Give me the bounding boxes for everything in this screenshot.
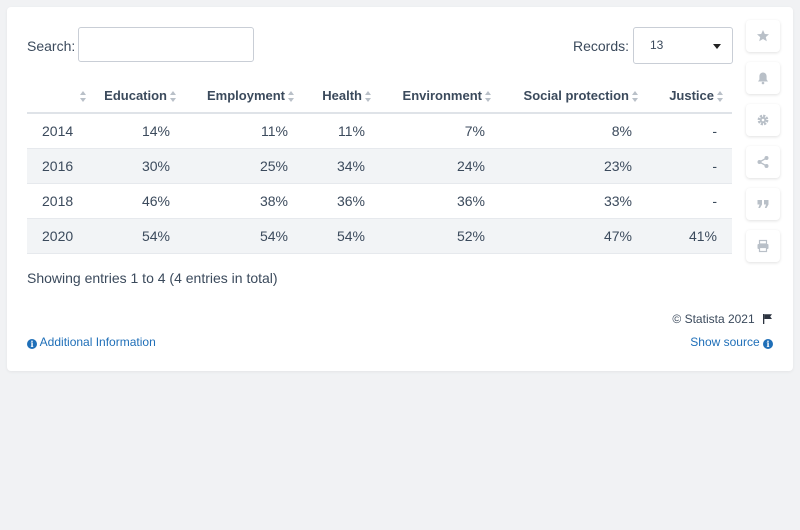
records-select[interactable]: 13	[633, 27, 733, 64]
sort-icon	[365, 90, 372, 103]
gear-icon	[757, 114, 769, 126]
cell-year: 2020	[27, 218, 95, 254]
bell-icon	[758, 72, 768, 85]
cell-value: -	[647, 148, 732, 184]
sort-icon	[717, 90, 724, 103]
cell-value: 54%	[95, 218, 185, 254]
print-icon	[757, 239, 769, 253]
info-icon: i	[763, 339, 773, 349]
table-row: 2018 46% 38% 36% 36% 33% -	[27, 183, 732, 219]
cell-value: -	[647, 113, 732, 149]
cell-value: 34%	[303, 148, 380, 184]
additional-information-link[interactable]: i Additional Information	[27, 335, 156, 349]
entries-info: Showing entries 1 to 4 (4 entries in tot…	[27, 270, 278, 286]
statistic-card: Search: Records: 13 Education Employment…	[7, 7, 793, 371]
info-icon: i	[27, 339, 37, 349]
sort-icon	[170, 90, 177, 103]
print-button[interactable]	[746, 230, 780, 262]
quote-icon	[757, 200, 769, 208]
additional-information-label: Additional Information	[39, 335, 156, 349]
show-source-label: Show source	[690, 335, 760, 349]
cell-value: 25%	[185, 148, 303, 184]
sort-icon	[632, 90, 639, 103]
cell-value: 11%	[303, 113, 380, 149]
table-header-row: Education Employment Health Environment …	[27, 79, 732, 114]
notification-button[interactable]	[746, 62, 780, 94]
cell-value: 7%	[380, 113, 500, 149]
cell-value: 30%	[95, 148, 185, 184]
table-row: 2016 30% 25% 34% 24% 23% -	[27, 148, 732, 184]
cell-value: 54%	[303, 218, 380, 254]
cell-value: 36%	[303, 183, 380, 219]
sort-icon	[485, 90, 492, 103]
share-button[interactable]	[746, 146, 780, 178]
cell-year: 2018	[27, 183, 95, 219]
cell-value: 38%	[185, 183, 303, 219]
cite-button[interactable]	[746, 188, 780, 220]
column-header-employment[interactable]: Employment	[185, 79, 303, 114]
share-icon	[757, 156, 769, 168]
flag-icon[interactable]	[762, 313, 773, 327]
data-table: Education Employment Health Environment …	[27, 79, 732, 254]
settings-button[interactable]	[746, 104, 780, 136]
show-source-link[interactable]: Show source i	[690, 335, 773, 349]
cell-value: 36%	[380, 183, 500, 219]
column-header-health[interactable]: Health	[303, 79, 380, 114]
table-row: 2020 54% 54% 54% 52% 47% 41%	[27, 218, 732, 254]
cell-value: 33%	[500, 183, 647, 219]
caret-down-icon	[713, 44, 721, 49]
cell-year: 2014	[27, 113, 95, 149]
search-label: Search:	[27, 38, 76, 54]
table-row: 2014 14% 11% 11% 7% 8% -	[27, 113, 732, 149]
star-icon	[757, 30, 769, 42]
column-header-year[interactable]	[27, 79, 95, 114]
cell-value: 47%	[500, 218, 647, 254]
cell-value: 14%	[95, 113, 185, 149]
cell-value: 41%	[647, 218, 732, 254]
cell-value: 23%	[500, 148, 647, 184]
cell-value: 24%	[380, 148, 500, 184]
search-input[interactable]	[78, 27, 254, 62]
column-header-education[interactable]: Education	[95, 79, 185, 114]
cell-value: 52%	[380, 218, 500, 254]
copyright: © Statista 2021	[672, 312, 773, 327]
cell-value: 11%	[185, 113, 303, 149]
copyright-text: © Statista 2021	[672, 312, 755, 326]
sort-icon	[80, 90, 87, 103]
cell-value: 54%	[185, 218, 303, 254]
cell-year: 2016	[27, 148, 95, 184]
cell-value: 8%	[500, 113, 647, 149]
cell-value: -	[647, 183, 732, 219]
column-header-justice[interactable]: Justice	[647, 79, 732, 114]
column-header-environment[interactable]: Environment	[380, 79, 500, 114]
records-label: Records:	[573, 38, 630, 54]
records-selected-value: 13	[650, 38, 664, 52]
cell-value: 46%	[95, 183, 185, 219]
column-header-social-protection[interactable]: Social protection	[500, 79, 647, 114]
favorite-button[interactable]	[746, 20, 780, 52]
sort-icon	[288, 90, 295, 103]
